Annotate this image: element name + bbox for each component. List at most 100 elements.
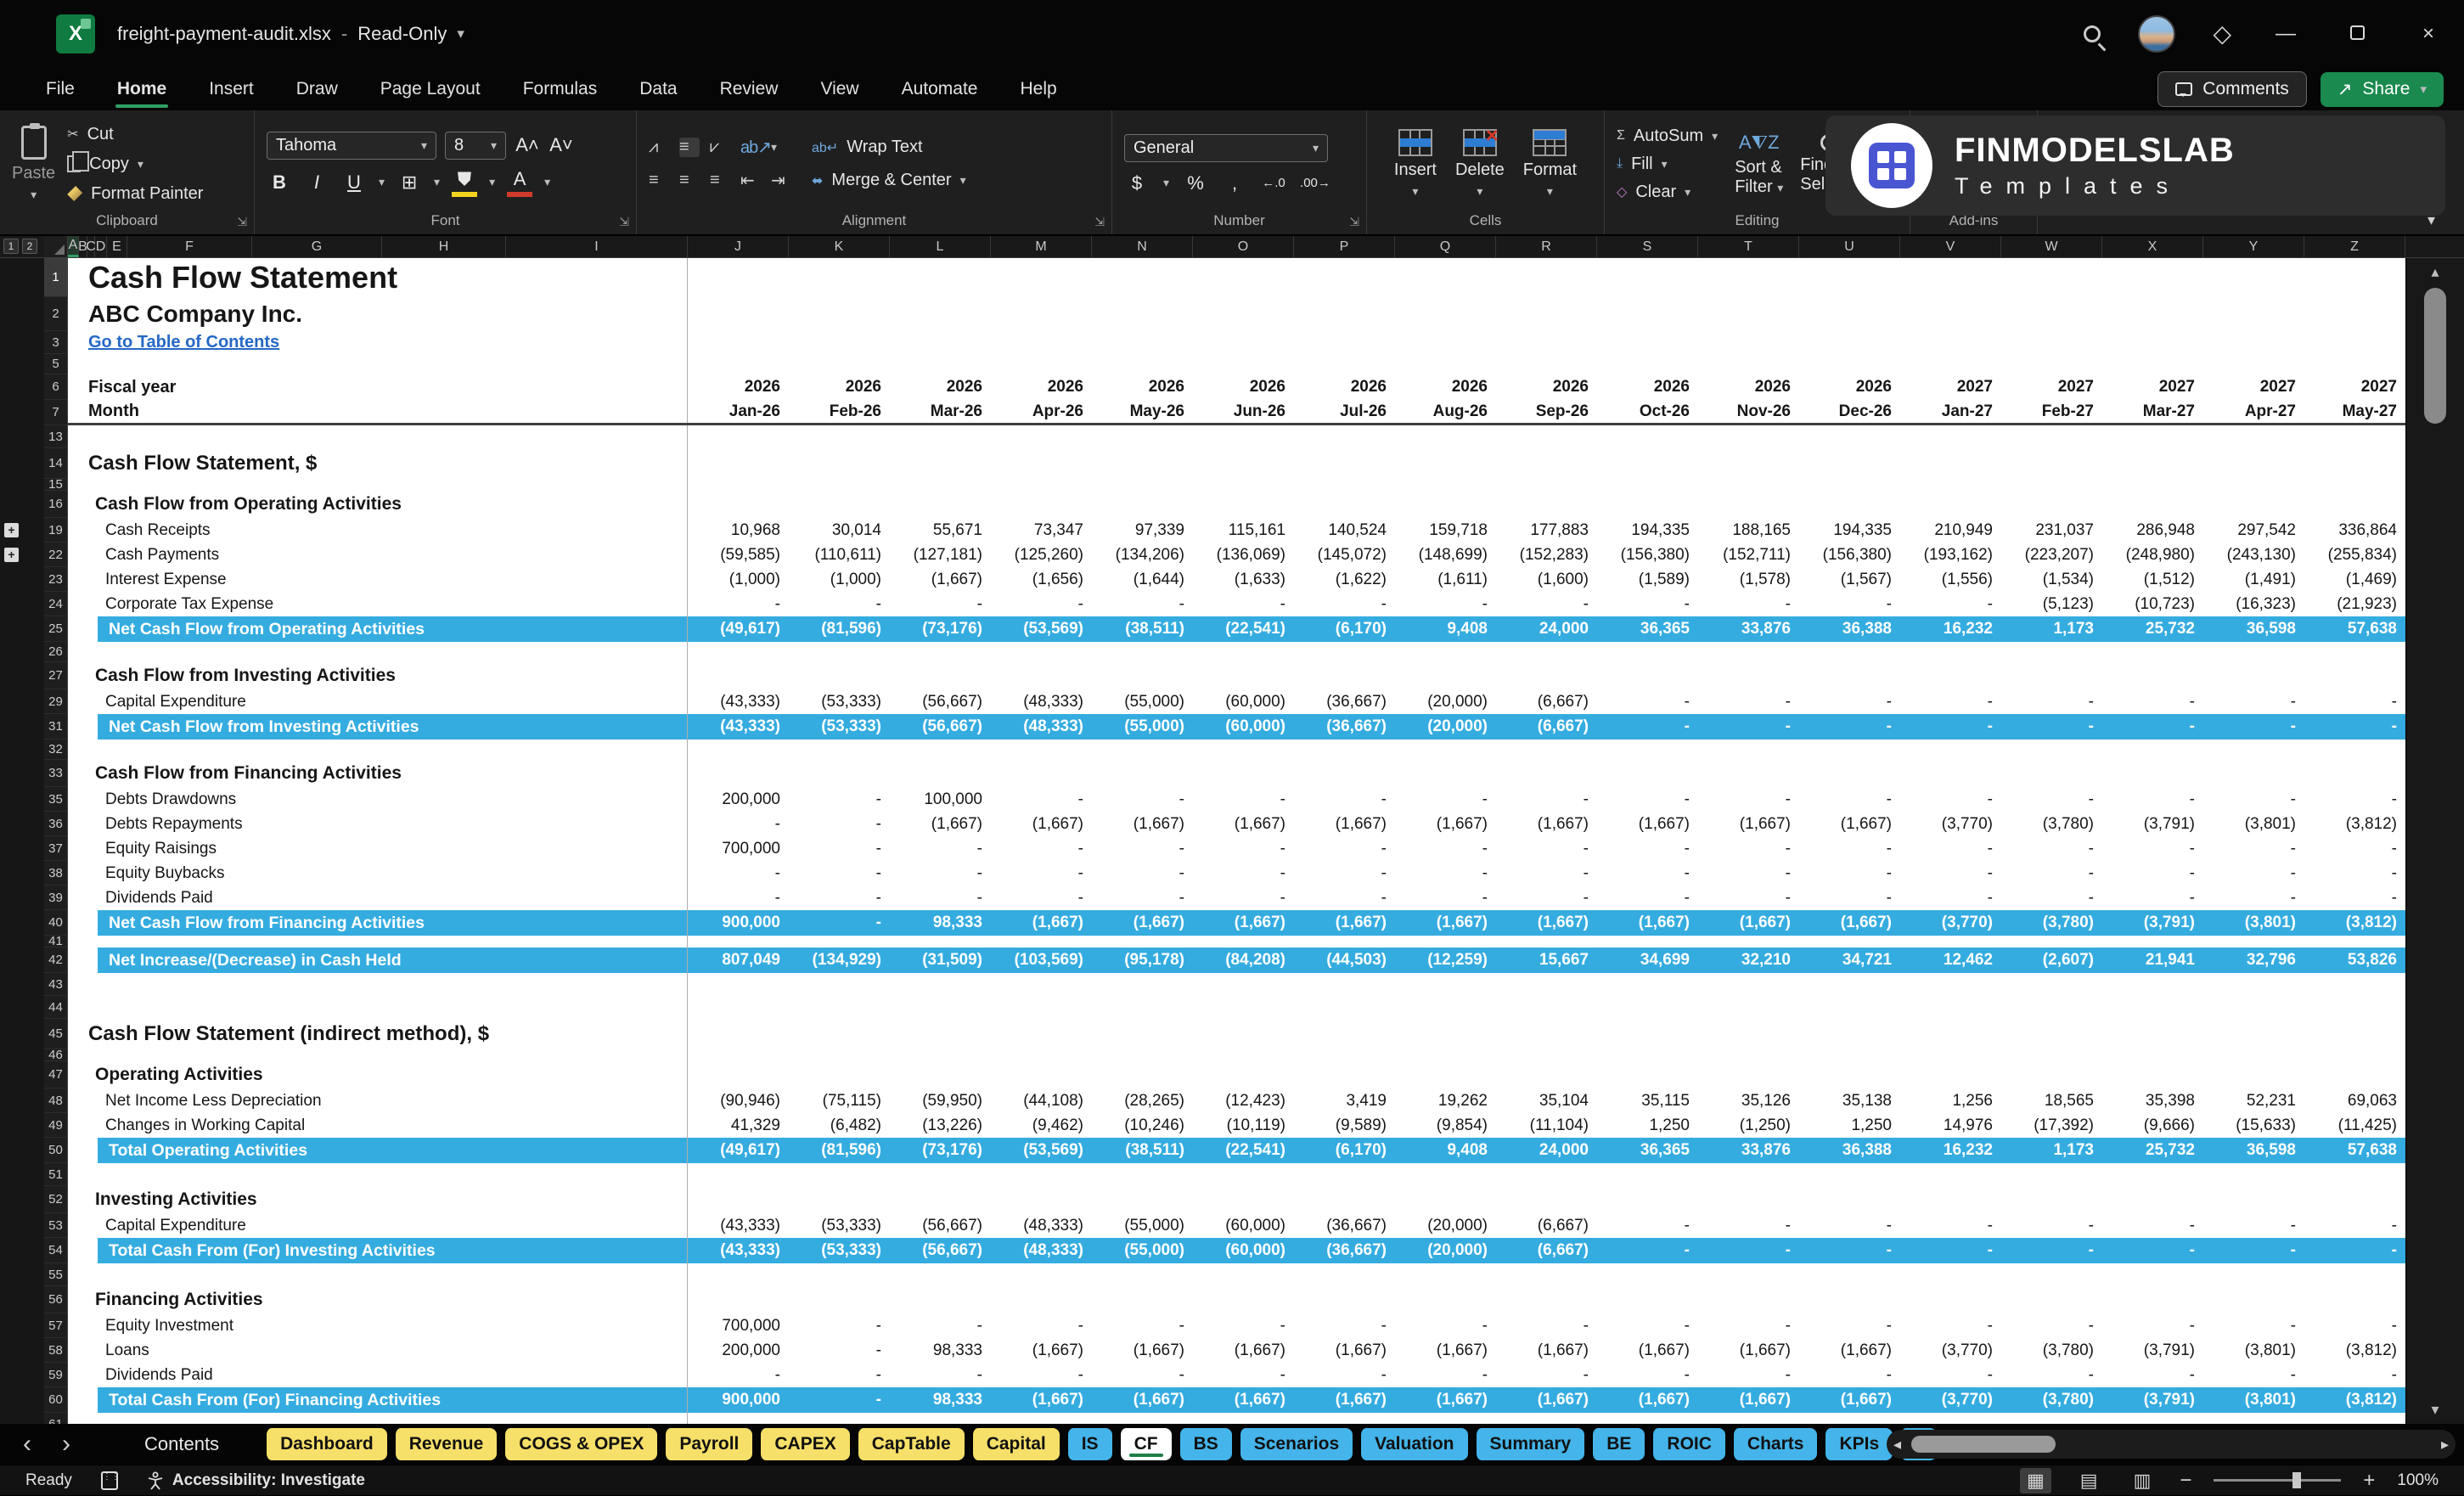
cell-L22[interactable]: (127,181) (890, 543, 991, 567)
cell-P29[interactable]: (36,667) (1294, 689, 1395, 714)
cell-X50[interactable]: 25,732 (2102, 1138, 2203, 1163)
cell-K60[interactable]: - (789, 1387, 890, 1413)
cell-U54[interactable]: - (1799, 1238, 1900, 1263)
align-left-icon[interactable]: ≡ (649, 171, 669, 190)
cell-T50[interactable]: 33,876 (1698, 1138, 1799, 1163)
cell-J35[interactable]: 200,000 (688, 787, 789, 812)
cell-J50[interactable]: (49,617) (688, 1138, 789, 1163)
cell-O40[interactable]: (1,667) (1193, 910, 1294, 936)
cell-R36[interactable]: (1,667) (1496, 812, 1597, 836)
cell-N58[interactable]: (1,667) (1092, 1338, 1193, 1363)
cell-U23[interactable]: (1,567) (1799, 567, 1900, 592)
cell-M40[interactable]: (1,667) (991, 910, 1092, 936)
cell-O19[interactable]: 115,161 (1193, 518, 1294, 543)
cell-S60[interactable]: (1,667) (1597, 1387, 1698, 1413)
menu-help[interactable]: Help (1018, 72, 1058, 106)
increase-indent-icon[interactable]: ⇥ (771, 170, 791, 191)
scroll-left-icon[interactable]: ◂ (1893, 1436, 1901, 1454)
cell-P23[interactable]: (1,622) (1294, 567, 1395, 592)
zoom-out-icon[interactable]: − (2180, 1469, 2191, 1493)
cell-Z22[interactable]: (255,834) (2304, 543, 2405, 567)
cell-T29[interactable]: - (1698, 689, 1799, 714)
cell-S7[interactable]: Oct-26 (1597, 400, 1698, 423)
borders-icon[interactable]: ⊞ (397, 172, 422, 194)
cell-W29[interactable]: - (2001, 689, 2102, 714)
cell-J22[interactable]: (59,585) (688, 543, 789, 567)
cell-J38[interactable]: - (688, 861, 789, 886)
cell-U48[interactable]: 35,138 (1799, 1088, 1900, 1113)
cell-V31[interactable]: - (1900, 714, 2001, 740)
cell-X42[interactable]: 21,941 (2102, 948, 2203, 973)
row-label[interactable]: Cash Payments (68, 543, 688, 567)
row-header-24[interactable]: 24 (44, 592, 68, 616)
cell-K39[interactable]: - (789, 886, 890, 910)
cell-P53[interactable]: (36,667) (1294, 1213, 1395, 1238)
cell-P7[interactable]: Jul-26 (1294, 400, 1395, 423)
cell-R49[interactable]: (11,104) (1496, 1113, 1597, 1138)
cell-L19[interactable]: 55,671 (890, 518, 991, 543)
cell-N31[interactable]: (55,000) (1092, 714, 1193, 740)
cell-V57[interactable]: - (1900, 1313, 2001, 1338)
row-label[interactable]: Debts Repayments (68, 812, 688, 836)
tab-cf[interactable]: CF (1118, 1428, 1172, 1460)
column-header-X[interactable]: X (2102, 236, 2203, 257)
outline-level-1[interactable]: 1 (3, 239, 19, 254)
row-label[interactable]: Cash Receipts (68, 518, 688, 543)
cell-L37[interactable]: - (890, 836, 991, 861)
row-label[interactable] (68, 973, 688, 996)
row-header-55[interactable]: 55 (44, 1263, 68, 1286)
cell-V50[interactable]: 16,232 (1900, 1138, 2001, 1163)
cell-S57[interactable]: - (1597, 1313, 1698, 1338)
cell-X25[interactable]: 25,732 (2102, 616, 2203, 642)
cell-Q38[interactable]: - (1395, 861, 1496, 886)
cell-M58[interactable]: (1,667) (991, 1338, 1092, 1363)
row-header-54[interactable]: 54 (44, 1238, 68, 1263)
page-layout-view-icon[interactable]: ▤ (2073, 1468, 2105, 1493)
cell-N22[interactable]: (134,206) (1092, 543, 1193, 567)
tab-summary[interactable]: Summary (1474, 1428, 1585, 1460)
row-header-42[interactable]: 42 (44, 948, 68, 973)
cell-Z36[interactable]: (3,812) (2304, 812, 2405, 836)
merge-center-button[interactable]: ⬌ Merge & Center ▾ (812, 171, 966, 190)
cell-O59[interactable]: - (1193, 1363, 1294, 1387)
cell-U37[interactable]: - (1799, 836, 1900, 861)
cell-R23[interactable]: (1,600) (1496, 567, 1597, 592)
cell-N37[interactable]: - (1092, 836, 1193, 861)
cell-M7[interactable]: Apr-26 (991, 400, 1092, 423)
cell-S23[interactable]: (1,589) (1597, 567, 1698, 592)
cell-Z57[interactable]: - (2304, 1313, 2405, 1338)
cell-M54[interactable]: (48,333) (991, 1238, 1092, 1263)
column-header-S[interactable]: S (1597, 236, 1698, 257)
wrap-text-button[interactable]: ab↵ Wrap Text (812, 138, 966, 157)
cell-R53[interactable]: (6,667) (1496, 1213, 1597, 1238)
cell-L23[interactable]: (1,667) (890, 567, 991, 592)
cell-R25[interactable]: 24,000 (1496, 616, 1597, 642)
cell-N59[interactable]: - (1092, 1363, 1193, 1387)
column-header-C[interactable]: C (86, 236, 96, 257)
delete-cells-button[interactable]: Delete▾ (1455, 122, 1505, 199)
cell-W35[interactable]: - (2001, 787, 2102, 812)
outline-expand-icon[interactable]: + (4, 548, 19, 562)
currency-icon[interactable]: $ (1124, 172, 1150, 194)
row-header-53[interactable]: 53 (44, 1213, 68, 1238)
cell-K25[interactable]: (81,596) (789, 616, 890, 642)
cell-S42[interactable]: 34,699 (1597, 948, 1698, 973)
cell-Q60[interactable]: (1,667) (1395, 1387, 1496, 1413)
cell-V59[interactable]: - (1900, 1363, 2001, 1387)
cell-Q53[interactable]: (20,000) (1395, 1213, 1496, 1238)
row-header-43[interactable]: 43 (44, 973, 68, 996)
cell-L6[interactable]: 2026 (890, 374, 991, 400)
cell-V6[interactable]: 2027 (1900, 374, 2001, 400)
cell-U19[interactable]: 194,335 (1799, 518, 1900, 543)
cell-R39[interactable]: - (1496, 886, 1597, 910)
menu-view[interactable]: View (819, 72, 860, 106)
cell-N29[interactable]: (55,000) (1092, 689, 1193, 714)
read-only-badge[interactable]: Read-Only (357, 23, 447, 45)
cell-R54[interactable]: (6,667) (1496, 1238, 1597, 1263)
cell-W22[interactable]: (223,207) (2001, 543, 2102, 567)
cell-P48[interactable]: 3,419 (1294, 1088, 1395, 1113)
cell-M29[interactable]: (48,333) (991, 689, 1092, 714)
cell-W39[interactable]: - (2001, 886, 2102, 910)
row-label[interactable]: Net Cash Flow from Investing Activities (68, 714, 688, 740)
cell-T42[interactable]: 32,210 (1698, 948, 1799, 973)
